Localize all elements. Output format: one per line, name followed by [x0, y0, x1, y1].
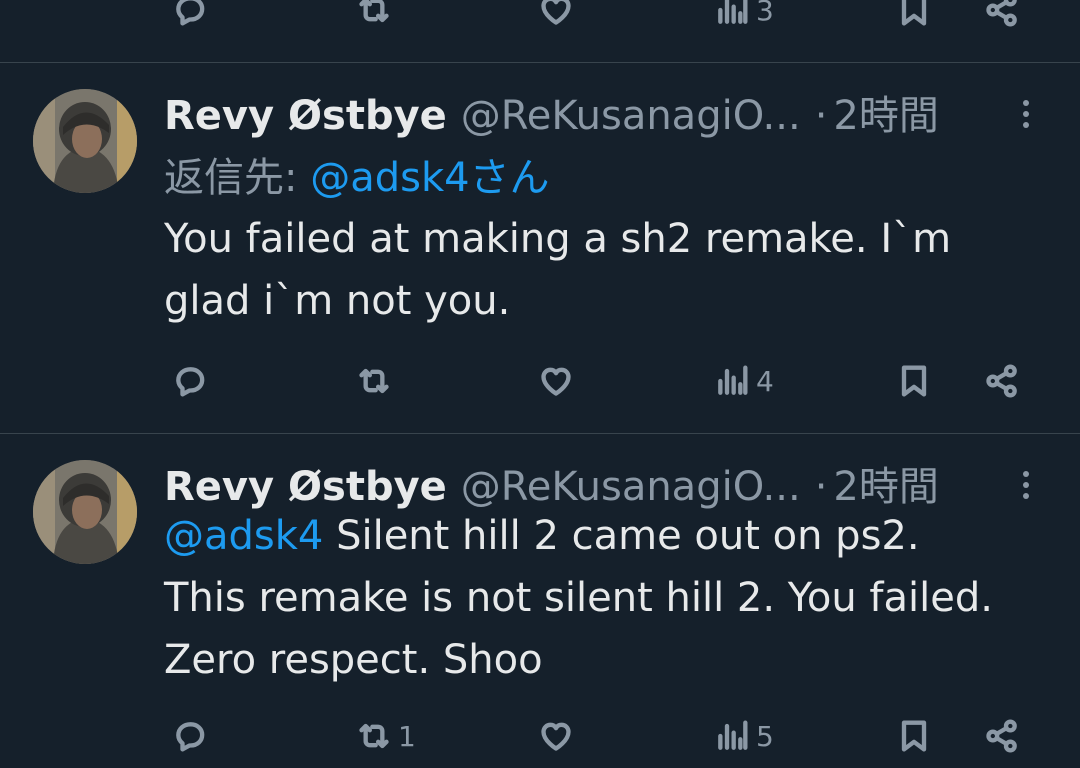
- display-name[interactable]: Revy Østbye: [164, 93, 447, 139]
- retweet-icon: [354, 361, 394, 401]
- heart-icon: [536, 716, 576, 756]
- tweet-text-line: You failed at making a sh2 remake. I`m: [164, 216, 952, 262]
- tweet-text-line: This remake is not silent hill 2. You fa…: [164, 575, 993, 621]
- avatar[interactable]: [33, 89, 137, 193]
- like-button[interactable]: [536, 361, 580, 401]
- views-button[interactable]: 5: [712, 716, 774, 756]
- timeline: 3 Revy Østbye @ReKusanagiO... · 2時間 返信先:…: [0, 0, 1080, 753]
- more-button[interactable]: [1012, 466, 1040, 506]
- retweet-button[interactable]: 1: [354, 716, 416, 756]
- more-button[interactable]: [1012, 95, 1040, 135]
- separator-dot: ·: [814, 464, 828, 510]
- reply-icon: [170, 716, 210, 756]
- views-count: 3: [756, 0, 774, 27]
- reply-icon: [170, 0, 210, 30]
- tweet-actions: 4: [0, 353, 1080, 413]
- share-icon: [982, 716, 1022, 756]
- reply-icon: [170, 361, 210, 401]
- tweet-header: Revy Østbye @ReKusanagiO... · 2時間: [164, 83, 939, 139]
- views-icon: [712, 361, 752, 401]
- user-handle[interactable]: @ReKusanagiO...: [461, 464, 801, 510]
- reply-button[interactable]: [170, 0, 210, 30]
- tweet-text-line: @adsk4 Silent hill 2 came out on ps2.: [164, 505, 1054, 567]
- reply-prefix: 返信先:: [164, 155, 298, 201]
- retweet-icon: [354, 0, 394, 30]
- views-button[interactable]: 4: [712, 361, 774, 401]
- share-button[interactable]: [982, 716, 1022, 756]
- share-icon: [982, 361, 1022, 401]
- views-icon: [712, 0, 752, 30]
- heart-icon: [536, 0, 576, 30]
- mention-link[interactable]: @adsk4: [164, 513, 323, 559]
- bookmark-button[interactable]: [894, 0, 934, 30]
- bookmark-icon: [894, 0, 934, 30]
- tweet-actions: 3: [0, 0, 1080, 44]
- tweet-text-line: glad i`m not you.: [164, 278, 511, 324]
- views-button[interactable]: 3: [712, 0, 774, 30]
- tweet-actions: 1 5: [0, 708, 1080, 768]
- share-icon: [982, 0, 1022, 30]
- like-button[interactable]: [536, 716, 580, 756]
- retweet-button[interactable]: [354, 361, 398, 401]
- reply-button[interactable]: [170, 361, 214, 401]
- tweet-text: You failed at making a sh2 remake. I`m g…: [164, 208, 1054, 332]
- more-icon: [1023, 471, 1029, 477]
- like-button[interactable]: [536, 0, 576, 30]
- retweet-count: 1: [398, 719, 416, 753]
- bookmark-icon: [894, 716, 934, 756]
- heart-icon: [536, 361, 576, 401]
- retweet-icon: [354, 716, 394, 756]
- reply-context: 返信先: @adsk4さん: [164, 145, 550, 203]
- more-icon: [1023, 100, 1029, 106]
- tweet-text: @adsk4 Silent hill 2 came out on ps2. Th…: [164, 505, 1054, 691]
- views-icon: [712, 716, 752, 756]
- tweet-text-segment: Silent hill 2 came out on ps2.: [323, 513, 920, 559]
- share-button[interactable]: [982, 0, 1022, 30]
- avatar[interactable]: [33, 460, 137, 564]
- reply-mention-link[interactable]: @adsk4さん: [310, 155, 549, 201]
- tweet[interactable]: Revy Østbye @ReKusanagiO... · 2時間 返信先: @…: [0, 63, 1080, 433]
- tweet-text-line: Zero respect. Shoo: [164, 637, 543, 683]
- user-handle[interactable]: @ReKusanagiO...: [461, 93, 801, 139]
- bookmark-icon: [894, 361, 934, 401]
- views-count: 5: [756, 719, 774, 753]
- timestamp[interactable]: 2時間: [833, 454, 938, 512]
- tweet[interactable]: Revy Østbye @ReKusanagiO... · 2時間 @adsk4…: [0, 434, 1080, 753]
- retweet-button[interactable]: [354, 0, 394, 30]
- views-count: 4: [756, 364, 774, 398]
- display-name[interactable]: Revy Østbye: [164, 464, 447, 510]
- bookmark-button[interactable]: [894, 716, 934, 756]
- tweet-header: Revy Østbye @ReKusanagiO... · 2時間: [164, 454, 939, 510]
- reply-button[interactable]: [170, 716, 214, 756]
- timestamp[interactable]: 2時間: [833, 83, 938, 141]
- bookmark-button[interactable]: [894, 361, 934, 401]
- separator-dot: ·: [814, 93, 828, 139]
- share-button[interactable]: [982, 361, 1022, 401]
